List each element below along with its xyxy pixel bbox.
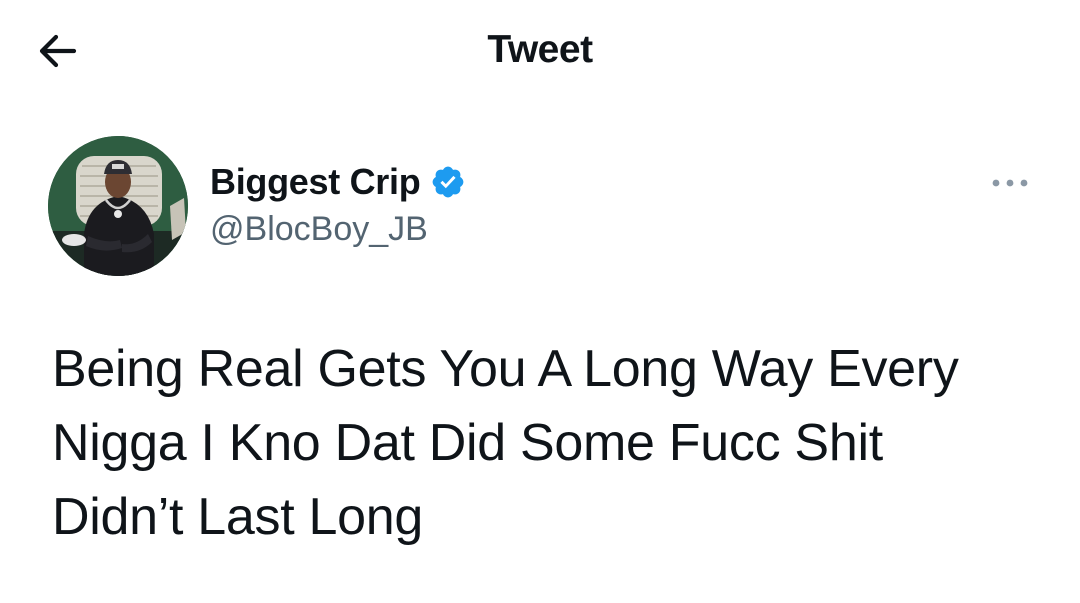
name-line: Biggest Crip	[210, 160, 466, 204]
tweet-author: Biggest Crip @BlocBoy_JB	[48, 136, 1038, 278]
page-title: Tweet	[487, 28, 593, 71]
more-horizontal-icon	[992, 179, 1028, 187]
author-meta: Biggest Crip @BlocBoy_JB	[210, 160, 466, 249]
tweet-text-line: Being Real Gets You A Long Way Every	[52, 340, 959, 398]
user-handle[interactable]: @BlocBoy_JB	[210, 210, 466, 249]
tweet-text-line: Nigga I Kno Dat Did Some Fucc Shit	[52, 414, 883, 472]
verified-badge-icon	[430, 164, 466, 200]
top-bar: Tweet	[0, 0, 1080, 104]
tweet-text-line: Didn’t Last Long	[52, 488, 424, 546]
user-avatar-photo	[48, 136, 188, 276]
tweet-page: Tweet Biggest Crip @BlocBoy_JB Being Rea…	[0, 0, 1080, 603]
avatar[interactable]	[48, 136, 188, 276]
display-name[interactable]: Biggest Crip	[210, 161, 421, 203]
tweet-text: Being Real Gets You A Long Way Every Nig…	[52, 332, 1042, 554]
more-options-button[interactable]	[986, 168, 1034, 198]
